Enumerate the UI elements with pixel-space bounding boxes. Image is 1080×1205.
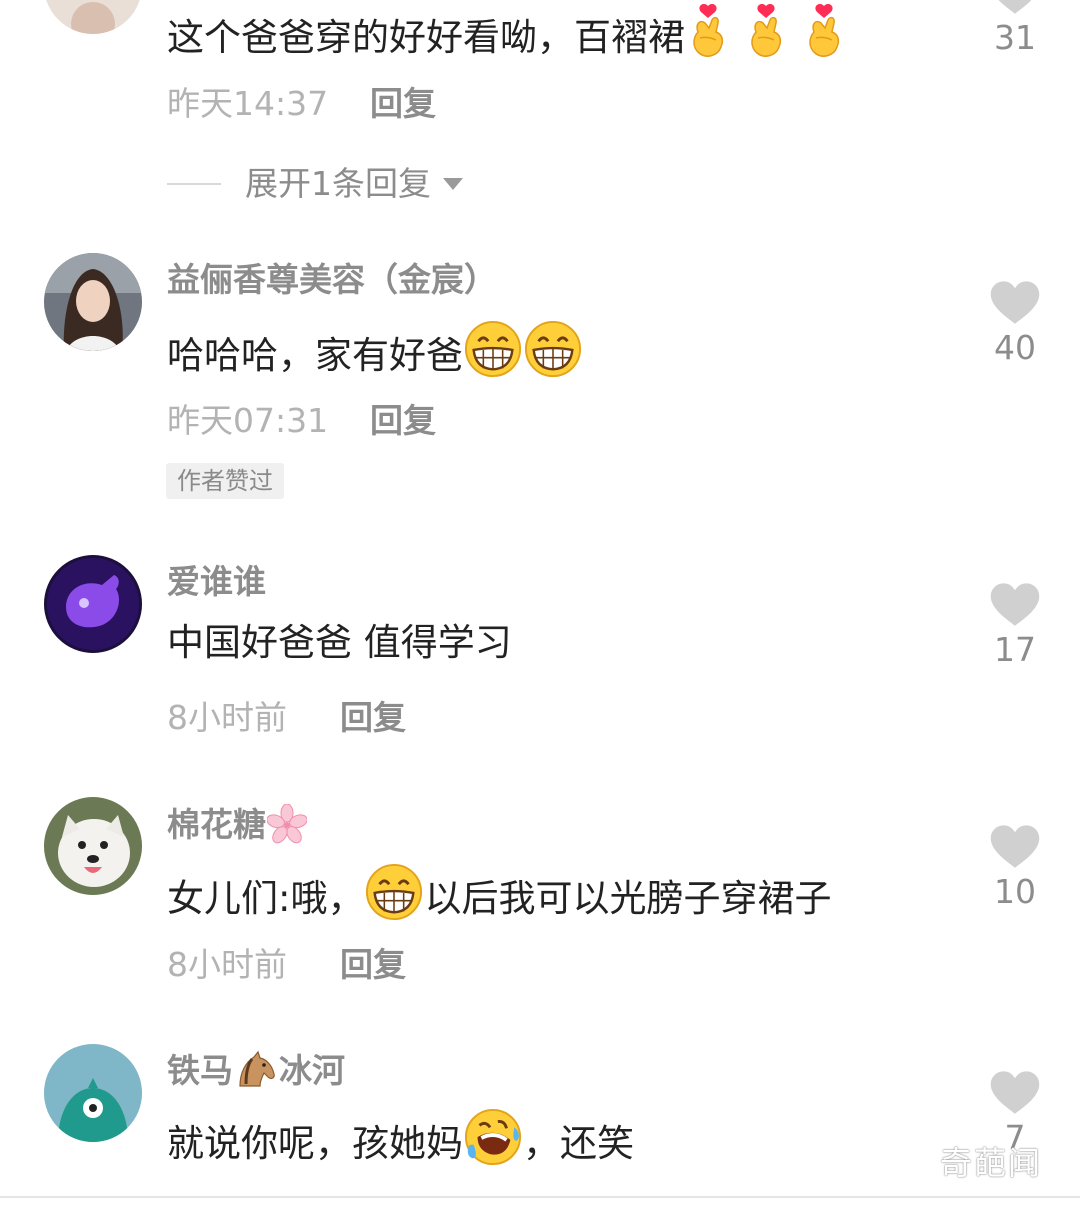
avatar[interactable] [44, 797, 142, 895]
like-button[interactable]: 40 [985, 280, 1045, 368]
watermark: 奇葩闻 [940, 1144, 1043, 1182]
reply-button[interactable]: 回复 [370, 84, 436, 124]
heart-icon [989, 0, 1041, 16]
comment-time: 8小时前 [167, 698, 287, 737]
avatar[interactable] [44, 555, 142, 653]
like-count: 17 [994, 630, 1036, 669]
like-button[interactable]: 17 [985, 582, 1045, 670]
finger-heart-emoji [686, 4, 730, 71]
avatar[interactable] [44, 1044, 142, 1142]
reply-button[interactable]: 回复 [340, 945, 406, 985]
finger-heart-emoji [802, 4, 846, 71]
rofl-emoji [464, 1108, 522, 1177]
heart-icon [989, 280, 1041, 326]
expand-replies-label: 展开1条回复 [245, 164, 431, 203]
avatar[interactable] [44, 0, 142, 34]
like-button[interactable]: 31 [985, 0, 1045, 58]
author-liked-badge: 作者赞过 [166, 463, 284, 499]
comment-list: 这个爸爸穿的好好看呦，百褶裙 31 昨天14:37 回复 展开1条回复 益俪香尊… [0, 0, 1080, 1205]
heart-icon [989, 1070, 1041, 1116]
finger-heart-emoji [744, 4, 788, 71]
comment-text: 这个爸爸穿的好好看呦，百褶裙 [167, 4, 847, 71]
like-button[interactable]: 10 [985, 824, 1045, 912]
grin-emoji [365, 863, 423, 932]
bottom-divider [0, 1196, 1080, 1198]
like-count: 10 [994, 872, 1036, 911]
username[interactable]: 铁马 冰河 [167, 1050, 345, 1099]
comment-text: 女儿们:哦， 以后我可以光膀子穿裙子 [167, 863, 831, 932]
comment-time: 昨天07:31 [167, 401, 329, 440]
expand-replies-button[interactable]: 展开1条回复 [167, 164, 465, 204]
grin-emoji [464, 320, 522, 389]
username[interactable]: 爱谁谁 [167, 562, 266, 602]
reply-button[interactable]: 回复 [370, 401, 436, 441]
sakura-emoji [267, 804, 307, 853]
username[interactable]: 棉花糖 [167, 804, 308, 853]
comment-time: 8小时前 [167, 945, 287, 984]
like-count: 31 [994, 18, 1036, 57]
like-count: 40 [994, 328, 1036, 367]
divider-line [167, 183, 221, 185]
grin-emoji [524, 320, 582, 389]
reply-button[interactable]: 回复 [340, 698, 406, 738]
heart-icon [989, 582, 1041, 628]
comment-time: 昨天14:37 [167, 84, 329, 123]
avatar[interactable] [44, 253, 142, 351]
comment-text: 哈哈哈，家有好爸 [167, 320, 583, 389]
caret-down-icon [443, 178, 463, 190]
username[interactable]: 益俪香尊美容（金宸） [167, 260, 497, 300]
horse-emoji [234, 1050, 278, 1099]
comment-text: 中国好爸爸 值得学习 [167, 621, 512, 664]
comment-text: 就说你呢，孩她妈 ，还笑 [167, 1108, 634, 1177]
heart-icon [989, 824, 1041, 870]
